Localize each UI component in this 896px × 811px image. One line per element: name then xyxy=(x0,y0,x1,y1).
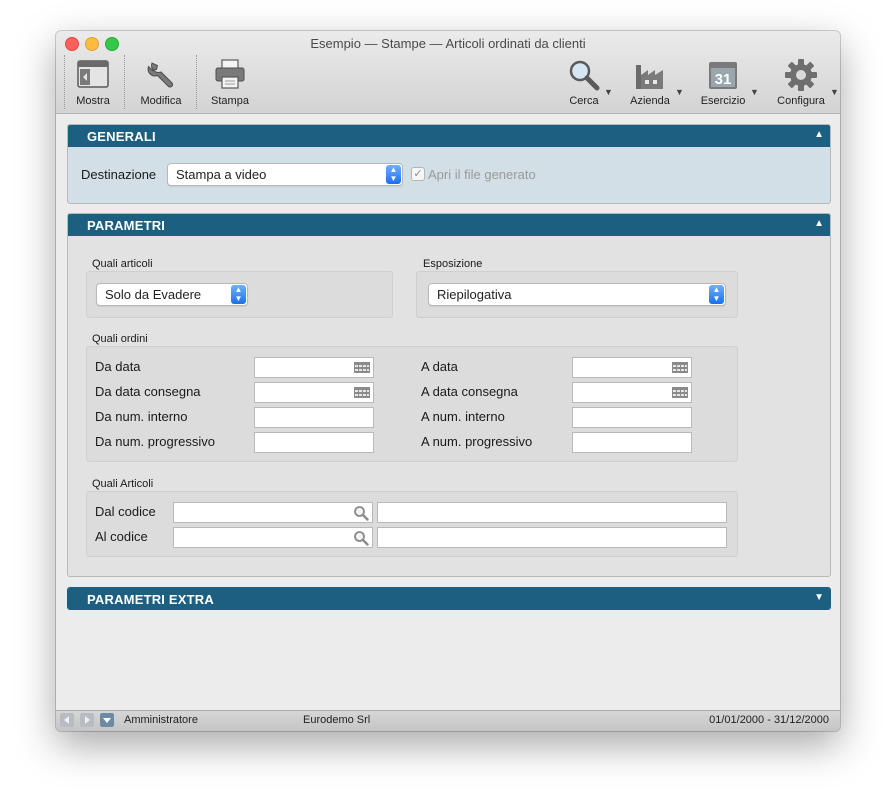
quali-articoli-codici-group: Dal codice Al codice xyxy=(86,491,738,557)
esposizione-group: Riepilogativa ▲ ▼ xyxy=(416,271,738,318)
da-data-field[interactable] xyxy=(254,357,374,378)
a-data-field[interactable] xyxy=(572,357,692,378)
da-num-interno-field[interactable] xyxy=(254,407,374,428)
da-num-progressivo-field[interactable] xyxy=(254,432,374,453)
esercizio-button[interactable]: 31 Esercizio ▼ xyxy=(699,55,759,109)
down-arrow-icon[interactable] xyxy=(100,713,114,727)
al-codice-field[interactable] xyxy=(173,527,373,548)
parametri-section: PARAMETRI ▲ Quali articoli Solo da Evade… xyxy=(67,213,831,577)
da-data-label: Da data xyxy=(95,359,141,374)
status-bar: Amministratore Eurodemo Srl 01/01/2000 -… xyxy=(56,710,840,731)
toolbar-separator xyxy=(196,55,197,109)
wrench-icon xyxy=(147,62,173,88)
calendar-grid-icon[interactable] xyxy=(354,387,370,398)
search-icon[interactable] xyxy=(353,530,369,546)
quali-articoli-group: Solo da Evadere ▲ ▼ xyxy=(86,271,393,318)
collapse-triangle-icon[interactable]: ▲ xyxy=(814,129,824,140)
titlebar: Esempio — Stampe — Articoli ordinati da … xyxy=(56,31,840,114)
app-window: Esempio — Stampe — Articoli ordinati da … xyxy=(56,31,840,731)
esercizio-label: Esercizio xyxy=(700,95,746,107)
da-num-progressivo-label: Da num. progressivo xyxy=(95,434,215,449)
status-user: Amministratore xyxy=(124,714,198,726)
generali-title: GENERALI xyxy=(87,129,156,144)
destinazione-label: Destinazione xyxy=(81,167,157,182)
dal-codice-field[interactable] xyxy=(173,502,373,523)
configura-dropdown-arrow-icon[interactable]: ▼ xyxy=(830,87,839,97)
generali-header[interactable]: GENERALI ▲ xyxy=(68,125,830,147)
parametri-header[interactable]: PARAMETRI ▲ xyxy=(68,214,830,236)
expand-triangle-icon[interactable]: ▼ xyxy=(814,592,824,603)
dal-codice-label: Dal codice xyxy=(95,504,156,519)
azienda-dropdown-arrow-icon[interactable]: ▼ xyxy=(675,87,684,97)
cerca-button[interactable]: Cerca ▼ xyxy=(562,55,613,109)
stampa-button[interactable]: Stampa xyxy=(206,55,254,109)
collapse-triangle-icon[interactable]: ▲ xyxy=(814,218,824,229)
quali-articoli-value: Solo da Evadere xyxy=(105,287,202,302)
apri-file-label: Apri il file generato xyxy=(428,167,536,182)
quali-articoli-select[interactable]: Solo da Evadere ▲ ▼ xyxy=(96,283,248,306)
calendar-grid-icon[interactable] xyxy=(672,387,688,398)
a-data-consegna-field[interactable] xyxy=(572,382,692,403)
select-stepper-icon: ▲ ▼ xyxy=(709,285,724,304)
parametri-title: PARAMETRI xyxy=(87,218,166,233)
modifica-button[interactable]: Modifica xyxy=(135,55,187,109)
toolbar-separator xyxy=(64,55,65,109)
azienda-label: Azienda xyxy=(630,95,670,107)
dal-codice-descrizione-field[interactable] xyxy=(377,502,727,523)
mostra-label: Mostra xyxy=(76,95,110,107)
sidebar-panel-icon xyxy=(77,60,109,88)
a-num-interno-label: A num. interno xyxy=(421,409,505,424)
parametri-extra-header[interactable]: PARAMETRI EXTRA ▼ xyxy=(68,588,830,609)
calendar-grid-icon[interactable] xyxy=(672,362,688,373)
modifica-label: Modifica xyxy=(140,95,182,107)
calendar-grid-icon[interactable] xyxy=(354,362,370,373)
quali-ordini-label: Quali ordini xyxy=(92,333,148,345)
generali-section: GENERALI ▲ Destinazione Stampa a video ▲… xyxy=(67,124,831,204)
status-company: Eurodemo Srl xyxy=(303,714,371,726)
da-data-consegna-field[interactable] xyxy=(254,382,374,403)
parametri-extra-title: PARAMETRI EXTRA xyxy=(87,592,214,607)
magnifier-icon xyxy=(569,60,600,91)
cerca-label: Cerca xyxy=(569,95,599,107)
factory-icon xyxy=(636,65,663,89)
select-stepper-icon: ▲ ▼ xyxy=(386,165,401,184)
al-codice-label: Al codice xyxy=(95,529,148,544)
printer-icon xyxy=(215,59,245,89)
status-period: 01/01/2000 - 31/12/2000 xyxy=(709,714,829,726)
a-data-label: A data xyxy=(421,359,458,374)
quali-articoli-codici-label: Quali Articoli xyxy=(92,478,154,490)
cerca-dropdown-arrow-icon[interactable]: ▼ xyxy=(604,87,613,97)
a-data-consegna-label: A data consegna xyxy=(421,384,518,399)
destinazione-select[interactable]: Stampa a video ▲ ▼ xyxy=(167,163,403,186)
gear-icon xyxy=(785,59,817,91)
select-stepper-icon: ▲ ▼ xyxy=(231,285,246,304)
calendar-icon: 31 xyxy=(709,62,737,89)
esposizione-value: Riepilogativa xyxy=(437,287,512,302)
stampa-label: Stampa xyxy=(211,95,249,107)
esposizione-select[interactable]: Riepilogativa ▲ ▼ xyxy=(428,283,726,306)
window-title: Esempio — Stampe — Articoli ordinati da … xyxy=(310,36,586,51)
previous-arrow-icon[interactable] xyxy=(60,713,74,727)
mostra-button[interactable]: Mostra xyxy=(70,55,116,109)
esposizione-label: Esposizione xyxy=(423,258,483,270)
da-data-consegna-label: Da data consegna xyxy=(95,384,201,399)
destinazione-value: Stampa a video xyxy=(176,167,267,182)
a-num-progressivo-field[interactable] xyxy=(572,432,692,453)
configura-label: Configura xyxy=(777,95,825,107)
esercizio-dropdown-arrow-icon[interactable]: ▼ xyxy=(750,87,759,97)
a-num-progressivo-label: A num. progressivo xyxy=(421,434,533,449)
configura-button[interactable]: Configura ▼ xyxy=(774,55,839,109)
toolbar-separator xyxy=(124,55,125,109)
quali-articoli-label: Quali articoli xyxy=(92,258,153,270)
azienda-button[interactable]: Azienda ▼ xyxy=(627,55,684,109)
parametri-extra-section: PARAMETRI EXTRA ▼ xyxy=(67,587,831,610)
quali-ordini-group: Da data A data Da data consegna A data c… xyxy=(86,346,738,462)
next-arrow-icon[interactable] xyxy=(80,713,94,727)
al-codice-descrizione-field[interactable] xyxy=(377,527,727,548)
a-num-interno-field[interactable] xyxy=(572,407,692,428)
da-num-interno-label: Da num. interno xyxy=(95,409,188,424)
calendar-day-text: 31 xyxy=(715,71,732,88)
apri-file-checkbox[interactable]: ✓ xyxy=(411,167,425,181)
search-icon[interactable] xyxy=(353,505,369,521)
